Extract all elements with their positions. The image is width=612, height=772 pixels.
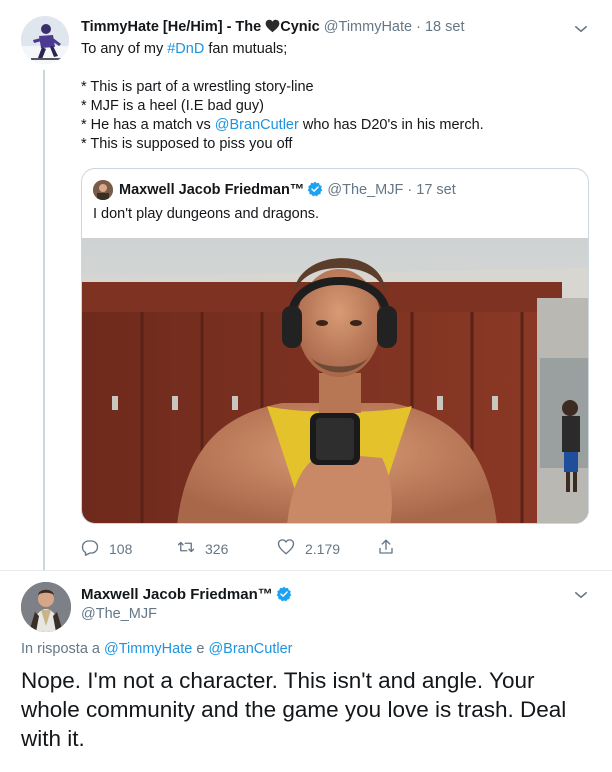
like-count: 2.179 bbox=[305, 540, 341, 557]
quoted-tweet-header: Maxwell Jacob Friedman™ @The_MJF · 17 se… bbox=[119, 181, 456, 198]
bullet-4: * This is supposed to piss you off bbox=[81, 136, 293, 152]
line1-text: To any of my bbox=[81, 41, 168, 57]
quoted-tweet-date: 17 set bbox=[416, 182, 456, 198]
tweet-divider bbox=[0, 570, 612, 571]
tweet2-author[interactable]: Maxwell Jacob Friedman™ bbox=[81, 586, 292, 603]
bullet-2: * MJF is a heel (I.E bad guy) bbox=[81, 98, 264, 114]
thread-connector-line bbox=[43, 70, 45, 570]
like-button[interactable]: 2.179 bbox=[277, 538, 340, 559]
tweet1-handle[interactable]: @TimmyHate bbox=[324, 19, 412, 35]
reply-mention-brancutler[interactable]: @BranCutler bbox=[208, 641, 292, 657]
share-button[interactable] bbox=[377, 538, 395, 559]
mention-brancutler-link[interactable]: @BranCutler bbox=[215, 117, 299, 133]
display-name-suffix: Cynic bbox=[280, 19, 320, 35]
reply-icon bbox=[81, 538, 99, 559]
mjf-avatar[interactable] bbox=[21, 582, 71, 632]
display-name-prefix: TimmyHate [He/Him] - The bbox=[81, 19, 266, 35]
reply-context: In risposta a @TimmyHate e @BranCutler bbox=[21, 641, 292, 657]
quoted-tweet-photo[interactable] bbox=[82, 238, 588, 523]
reply-conjunction: e bbox=[192, 641, 209, 657]
bullet-1: * This is part of a wrestling story-line bbox=[81, 79, 314, 95]
heart-icon bbox=[277, 538, 295, 559]
quoted-author-handle: @The_MJF bbox=[327, 182, 404, 198]
timmyhate-avatar[interactable] bbox=[21, 16, 69, 64]
line1-tail: fan mutuals; bbox=[204, 41, 288, 57]
quoted-meta-separator: · bbox=[407, 182, 413, 198]
bullet3-pre: * He has a match vs bbox=[81, 117, 215, 133]
reply-count: 108 bbox=[109, 540, 133, 557]
verified-badge-icon bbox=[307, 181, 323, 197]
tweet1-date[interactable]: 18 set bbox=[425, 19, 465, 35]
reply-button[interactable]: 108 bbox=[81, 538, 132, 559]
chevron-down-icon[interactable] bbox=[572, 20, 590, 38]
retweet-icon bbox=[177, 538, 195, 559]
quoted-tweet-card[interactable]: Maxwell Jacob Friedman™ @The_MJF · 17 se… bbox=[81, 168, 589, 524]
black-heart-icon bbox=[265, 19, 280, 37]
tweet2-author-name: Maxwell Jacob Friedman™ bbox=[81, 586, 273, 603]
hashtag-dnd-link[interactable]: #DnD bbox=[167, 41, 204, 57]
reply-prefix: In risposta a bbox=[21, 641, 105, 657]
retweet-button[interactable]: 326 bbox=[177, 538, 228, 559]
retweet-count: 326 bbox=[205, 540, 229, 557]
tweet1-text: To any of my #DnD fan mutuals; * This is… bbox=[81, 40, 484, 154]
tweet2-handle[interactable]: @The_MJF bbox=[81, 606, 157, 622]
tweet1-header: TimmyHate [He/Him] - The Cynic @TimmyHat… bbox=[81, 19, 572, 37]
verified-badge-icon bbox=[276, 586, 292, 602]
tweet1-display-name[interactable]: TimmyHate [He/Him] - The Cynic bbox=[81, 19, 320, 35]
quoted-tweet-text: I don't play dungeons and dragons. bbox=[93, 206, 320, 222]
quoted-author-avatar bbox=[93, 180, 113, 200]
bullet3-post: who has D20's in his merch. bbox=[298, 117, 484, 133]
quoted-author-name: Maxwell Jacob Friedman™ bbox=[119, 182, 305, 198]
reply-mention-timmyhate[interactable]: @TimmyHate bbox=[104, 641, 192, 657]
meta-separator: · bbox=[416, 19, 421, 35]
chevron-down-icon[interactable] bbox=[572, 586, 590, 604]
share-icon bbox=[377, 538, 395, 559]
tweet2-text: Nope. I'm not a character. This isn't an… bbox=[21, 668, 567, 751]
